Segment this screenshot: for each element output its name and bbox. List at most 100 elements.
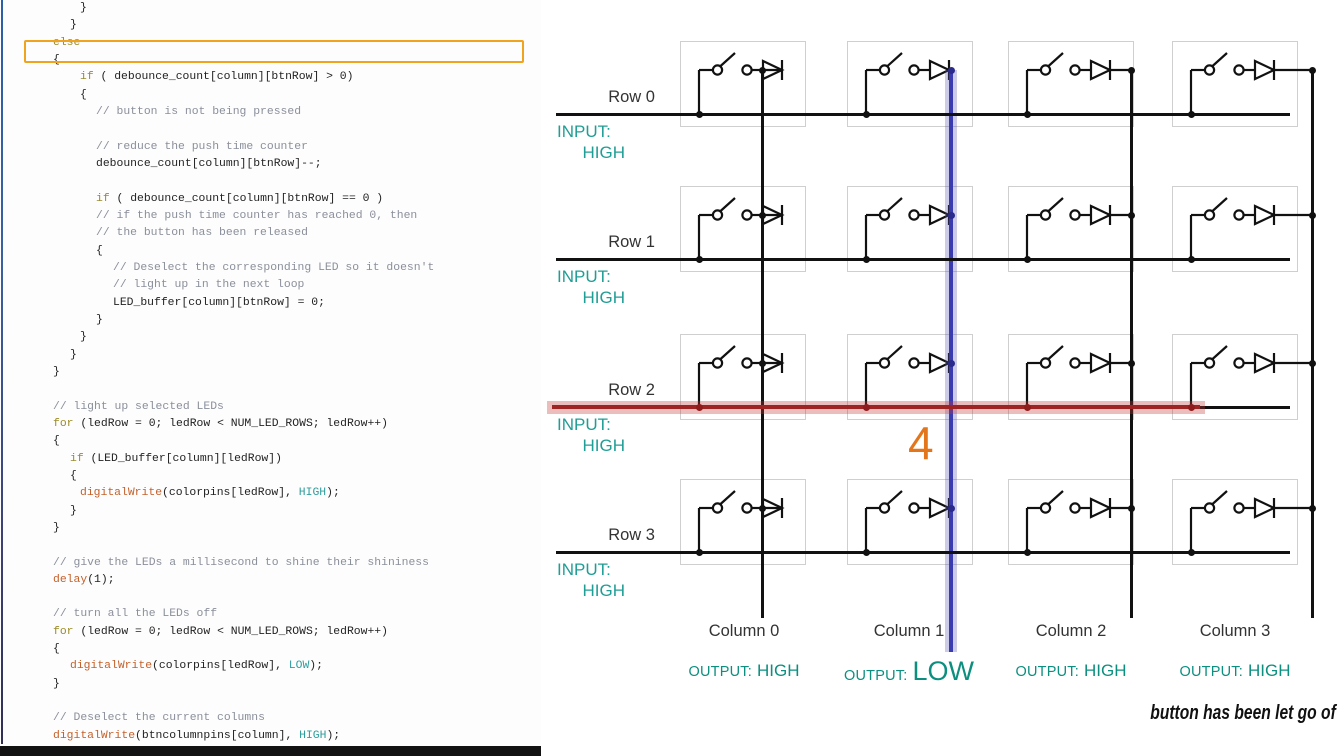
column-junction-dot [758, 66, 766, 74]
code-line: { [53, 643, 60, 656]
code-line: } [96, 313, 103, 326]
code-line: // give the LEDs a millisecond to shine … [53, 556, 429, 569]
code-line: // light up selected LEDs [53, 400, 224, 413]
column-output-prefix: OUTPUT: [1179, 664, 1243, 680]
column-output-value: HIGH [756, 661, 800, 680]
row-input-prefix: INPUT: [557, 267, 611, 286]
code-line: if ( debounce_count[column][btnRow] > 0) [80, 71, 354, 84]
column-junction-dot [1308, 359, 1316, 367]
code-line: for (ledRow = 0; ledRow < NUM_LED_ROWS; … [53, 417, 388, 430]
code-line: // Deselect the corresponding LED so it … [113, 261, 435, 274]
column-junction-dot [1308, 504, 1316, 512]
code-line: delay(1); [53, 573, 115, 586]
row-wire[interactable] [556, 550, 1290, 554]
code-line: // Deselect the current columns [53, 712, 265, 725]
row-input-state-1: INPUT: HIGH [541, 266, 625, 308]
row-junction-dot [1187, 403, 1195, 411]
column-wire[interactable] [1129, 70, 1133, 618]
column-junction-dot [1127, 66, 1135, 74]
code-line: // reduce the push time counter [96, 140, 308, 153]
row-input-state-3: INPUT: HIGH [541, 559, 625, 601]
row-label-0: Row 0 [608, 88, 655, 106]
code-line: } [80, 331, 87, 344]
row-label-2: Row 2 [608, 381, 655, 399]
column-label-1: Column 1 [873, 622, 945, 640]
row-junction-dot [695, 403, 703, 411]
column-output-value: LOW [912, 656, 974, 686]
code-line: } [53, 365, 60, 378]
column-junction-dot [1127, 504, 1135, 512]
code-line: } [53, 677, 60, 690]
column-label-3: Column 3 [1199, 622, 1271, 640]
row-wire[interactable] [556, 112, 1290, 116]
row-input-state-0: INPUT: HIGH [541, 121, 625, 163]
column-output-state-3: OUTPUT: HIGH [1135, 661, 1335, 681]
row-junction-dot [1187, 255, 1195, 263]
code-line: // turn all the LEDs off [53, 608, 218, 621]
code-line: { [96, 244, 103, 257]
column-junction-dot [947, 504, 955, 512]
code-line: } [70, 504, 77, 517]
slide-root: }} else{if ( debounce_count[column][btnRo… [0, 0, 1344, 756]
code-line: } [70, 19, 77, 32]
row-junction-dot [695, 255, 703, 263]
column-junction-dot [947, 211, 955, 219]
row-input-prefix: INPUT: [557, 122, 611, 141]
row-junction-dot [1023, 548, 1031, 556]
row-input-value: HIGH [582, 143, 626, 162]
column-junction-dot [758, 211, 766, 219]
code-line: LED_buffer[column][btnRow] = 0; [113, 296, 325, 309]
row-junction-dot [1187, 548, 1195, 556]
code-line: digitalWrite(btncolumnpins[column], HIGH… [53, 729, 341, 742]
row-input-value: HIGH [582, 436, 626, 455]
code-line: debounce_count[column][btnRow]--; [96, 157, 322, 170]
code-line: } [53, 521, 60, 534]
column-junction-dot [1308, 66, 1316, 74]
row-label-3: Row 3 [608, 526, 655, 544]
column-junction-dot [1308, 211, 1316, 219]
column-label-2: Column 2 [1035, 622, 1107, 640]
code-line: // button is not being pressed [96, 105, 302, 118]
row-wire[interactable] [556, 257, 1290, 261]
row-junction-dot [1023, 255, 1031, 263]
column-junction-dot [947, 66, 955, 74]
column-output-value: HIGH [1083, 661, 1127, 680]
active-row-highlight-core [552, 405, 1200, 409]
row-junction-dot [1023, 403, 1031, 411]
row-input-state-2: INPUT: HIGH [541, 414, 625, 456]
code-panel: }} else{if ( debounce_count[column][btnRo… [0, 0, 541, 756]
column-output-prefix: OUTPUT: [688, 664, 752, 680]
row-input-value: HIGH [582, 288, 626, 307]
code-line: // if the push time counter has reached … [96, 209, 418, 222]
step-number-marker: 4 [908, 417, 934, 469]
column-wire[interactable] [760, 70, 764, 618]
column-junction-dot [1127, 211, 1135, 219]
row-junction-dot [862, 255, 870, 263]
code-line: digitalWrite(colorpins[ledRow], LOW); [70, 660, 323, 673]
column-wire[interactable] [1310, 70, 1314, 618]
row-input-value: HIGH [582, 581, 626, 600]
code-line: { [80, 88, 87, 101]
column-junction-dot [758, 359, 766, 367]
code-line: { [53, 435, 60, 448]
row-junction-dot [862, 548, 870, 556]
row-junction-dot [1187, 110, 1195, 118]
column-label-0: Column 0 [708, 622, 780, 640]
column-output-prefix: OUTPUT: [1015, 664, 1079, 680]
code-line: // the button has been released [96, 227, 308, 240]
row-input-prefix: INPUT: [557, 415, 611, 434]
column-junction-dot [758, 504, 766, 512]
code-line: for (ledRow = 0; ledRow < NUM_LED_ROWS; … [53, 625, 388, 638]
row-junction-dot [1023, 110, 1031, 118]
row-junction-dot [862, 110, 870, 118]
slide-caption: button has been let go of [1150, 702, 1336, 724]
code-line: if ( debounce_count[column][btnRow] == 0… [96, 192, 384, 205]
row-input-prefix: INPUT: [557, 560, 611, 579]
row-junction-dot [695, 110, 703, 118]
